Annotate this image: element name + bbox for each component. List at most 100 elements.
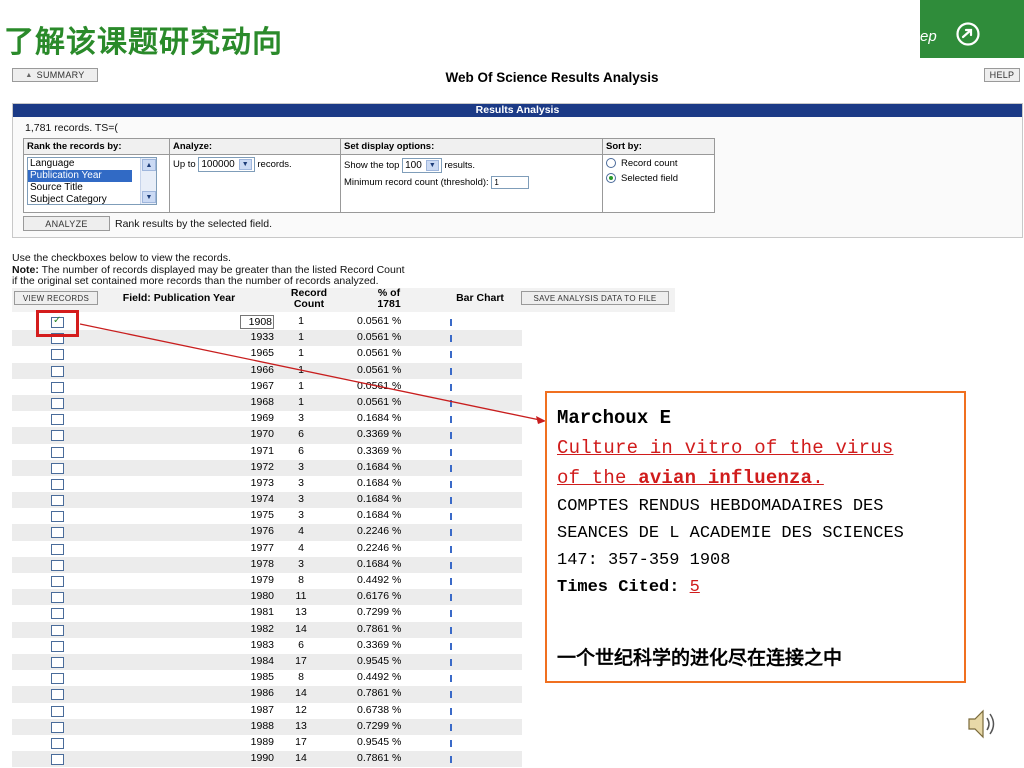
row-checkbox[interactable] bbox=[51, 608, 64, 620]
rank-option-language[interactable]: Language bbox=[28, 158, 156, 170]
year-cell: 1974 bbox=[250, 493, 274, 506]
count-cell: 3 bbox=[298, 460, 304, 473]
row-checkbox[interactable] bbox=[51, 721, 64, 733]
year-cell: 1973 bbox=[250, 476, 274, 489]
sort-cell: Record count Selected field bbox=[602, 154, 715, 213]
year-cell: 1967 bbox=[250, 379, 274, 392]
bar-mark bbox=[450, 642, 452, 650]
radio-selected-field[interactable] bbox=[606, 173, 616, 184]
rank-field-listbox[interactable]: Language Publication Year Source Title S… bbox=[27, 157, 157, 205]
record-title-link[interactable]: of the avian influenza. bbox=[557, 463, 954, 493]
row-checkbox[interactable] bbox=[51, 446, 64, 458]
display-header: Set display options: bbox=[340, 138, 603, 155]
row-checkbox[interactable] bbox=[51, 381, 64, 393]
row-checkbox[interactable] bbox=[51, 689, 64, 701]
bar-mark bbox=[450, 545, 452, 553]
show-top-select[interactable]: 100 ▼ bbox=[402, 158, 442, 173]
percent-cell: 0.1684 % bbox=[357, 509, 402, 522]
year-cell: 1983 bbox=[250, 638, 274, 651]
instruction-line: if the original set contained more recor… bbox=[12, 275, 379, 287]
table-row: 1967 1 0.0561 % bbox=[12, 379, 522, 395]
row-checkbox[interactable] bbox=[51, 656, 64, 668]
year-cell: 1968 bbox=[250, 395, 274, 408]
table-row: 1981 13 0.7299 % bbox=[12, 605, 522, 621]
rank-option-subject-category[interactable]: Subject Category bbox=[28, 194, 156, 204]
record-title-link[interactable]: Culture in vitro of the virus bbox=[557, 433, 954, 463]
bar-mark bbox=[450, 739, 452, 747]
times-cited-link[interactable]: 5 bbox=[690, 578, 700, 597]
count-cell: 14 bbox=[295, 622, 307, 635]
bar-mark bbox=[450, 691, 452, 699]
sort-selected-field[interactable]: Selected field bbox=[606, 173, 711, 184]
help-button[interactable]: HELP bbox=[984, 68, 1020, 82]
slide-title: 了解该课题研究动向 bbox=[4, 25, 283, 60]
save-analysis-button[interactable]: SAVE ANALYSIS DATA TO FILE bbox=[521, 291, 669, 305]
year-cell: 1966 bbox=[250, 363, 274, 376]
bar-mark bbox=[450, 335, 452, 343]
year-cell: 1975 bbox=[250, 509, 274, 522]
percent-cell: 0.6176 % bbox=[357, 590, 402, 603]
records-summary: 1,781 records. TS=( bbox=[25, 122, 118, 134]
row-checkbox[interactable] bbox=[51, 462, 64, 474]
row-checkbox[interactable] bbox=[51, 495, 64, 507]
scroll-up-icon[interactable]: ▲ bbox=[142, 159, 156, 171]
rank-option-publication-year[interactable]: Publication Year bbox=[28, 170, 132, 182]
bar-mark bbox=[450, 723, 452, 731]
summary-label: SUMMARY bbox=[36, 70, 85, 80]
record-title-line: of the bbox=[557, 467, 639, 489]
percent-cell: 0.4492 % bbox=[357, 671, 402, 684]
bar-mark bbox=[450, 383, 452, 391]
next-step-button[interactable]: ep bbox=[920, 0, 1024, 58]
row-checkbox[interactable] bbox=[51, 478, 64, 490]
sort-record-count[interactable]: Record count bbox=[606, 158, 711, 169]
row-checkbox[interactable] bbox=[51, 397, 64, 409]
chinese-note: 一个世纪科学的进化尽在连接之中 bbox=[557, 647, 843, 669]
row-checkbox[interactable] bbox=[51, 624, 64, 636]
percent-cell: 0.0561 % bbox=[357, 379, 402, 392]
row-checkbox[interactable] bbox=[51, 592, 64, 604]
threshold-input[interactable]: 1 bbox=[491, 176, 530, 189]
analyze-button[interactable]: ANALYZE bbox=[23, 216, 110, 231]
rank-option-source-title[interactable]: Source Title bbox=[28, 182, 156, 194]
count-cell: 3 bbox=[298, 557, 304, 570]
row-checkbox[interactable] bbox=[51, 511, 64, 523]
summary-button[interactable]: ▲ SUMMARY bbox=[12, 68, 98, 82]
record-count-header-line: Count bbox=[293, 298, 325, 310]
table-row: 1990 14 0.7861 % bbox=[12, 751, 522, 768]
row-checkbox[interactable] bbox=[51, 527, 64, 539]
row-checkbox[interactable] bbox=[51, 365, 64, 377]
year-cell: 1982 bbox=[250, 622, 274, 635]
record-title-end: . bbox=[812, 467, 824, 489]
row-checkbox[interactable] bbox=[51, 754, 64, 766]
row-checkbox[interactable] bbox=[51, 349, 64, 361]
listbox-scrollbar[interactable]: ▲ ▼ bbox=[140, 158, 156, 204]
count-cell: 1 bbox=[298, 395, 304, 408]
note-text: The number of records displayed may be g… bbox=[38, 263, 405, 276]
table-row: 1984 17 0.9545 % bbox=[12, 653, 522, 671]
table-row: 1973 3 0.1684 % bbox=[12, 476, 522, 492]
row-checkbox[interactable] bbox=[51, 673, 64, 685]
year-cell: 1980 bbox=[250, 590, 274, 603]
scroll-down-icon[interactable]: ▼ bbox=[142, 191, 156, 203]
row-checkbox[interactable] bbox=[51, 640, 64, 652]
percent-cell: 0.0561 % bbox=[357, 315, 402, 327]
row-checkbox[interactable] bbox=[51, 576, 64, 587]
radio-record-count[interactable] bbox=[606, 158, 616, 169]
view-records-button[interactable]: VIEW RECORDS bbox=[14, 291, 98, 305]
analyze-note: Rank results by the selected field. bbox=[115, 218, 272, 230]
speaker-icon[interactable] bbox=[966, 706, 1000, 742]
bar-mark bbox=[450, 675, 452, 683]
row-checkbox[interactable] bbox=[51, 543, 64, 555]
year-cell: 1971 bbox=[250, 444, 274, 457]
table-row: 1980 11 0.6176 % bbox=[12, 589, 522, 606]
row-checkbox[interactable] bbox=[51, 559, 64, 571]
count-cell: 14 bbox=[295, 687, 307, 700]
table-row: 1966 1 0.0561 % bbox=[12, 362, 522, 379]
row-checkbox[interactable] bbox=[51, 737, 64, 749]
row-checkbox[interactable] bbox=[51, 705, 64, 717]
row-checkbox[interactable] bbox=[51, 430, 64, 442]
analyze-header: Analyze: bbox=[169, 138, 341, 155]
threshold-label: Minimum record count (threshold): bbox=[344, 177, 489, 189]
row-checkbox[interactable] bbox=[51, 414, 64, 426]
analyze-limit-select[interactable]: 100000 ▼ bbox=[198, 157, 255, 172]
